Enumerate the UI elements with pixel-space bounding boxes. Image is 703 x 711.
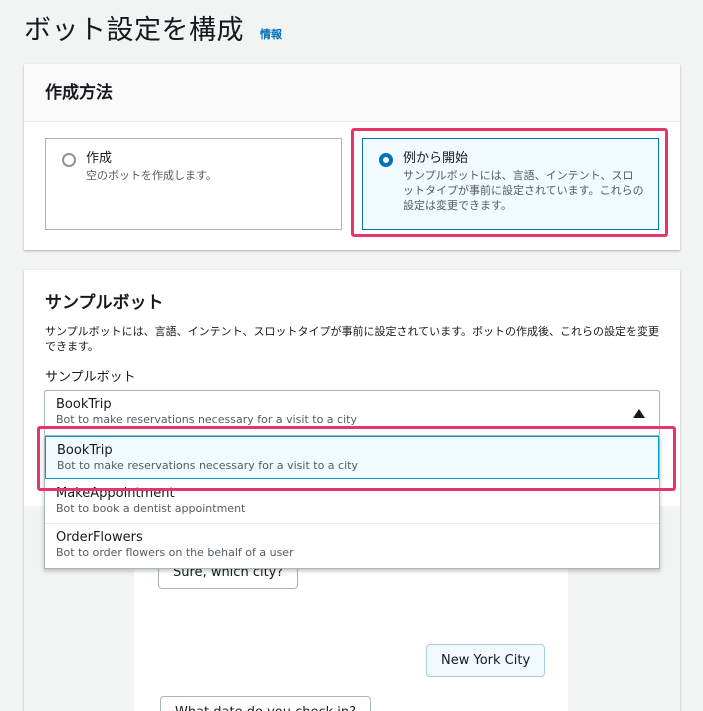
create-blank-description: 空のボットを作成します。: [86, 169, 217, 182]
creation-method-panel: 作成方法 作成 空のボットを作成します。 例から開始 サンプルボットには、言語、…: [24, 64, 680, 250]
caret-up-icon[interactable]: [633, 409, 645, 418]
dropdown-option-makeappointment[interactable]: MakeAppointment Bot to book a dentist ap…: [45, 480, 659, 523]
sample-bot-field-label: サンプルボット: [45, 370, 136, 385]
sample-bot-description: サンプルボットには、言語、インテント、スロットタイプが事前に設定されています。ボ…: [45, 325, 660, 353]
create-blank-title: 作成: [86, 151, 113, 166]
start-from-example-tile[interactable]: 例から開始 サンプルボットには、言語、インテント、スロットタイプが事前に設定され…: [362, 138, 659, 230]
dropdown-option-booktrip[interactable]: BookTrip Bot to make reservations necess…: [45, 436, 659, 479]
start-from-example-description: サンプルボットには、言語、インテント、スロットタイプが事前に設定されています。こ…: [403, 169, 644, 212]
info-link[interactable]: 情報: [260, 26, 282, 42]
option-title: BookTrip: [57, 443, 113, 458]
option-description: Bot to order flowers on the behalf of a …: [56, 546, 294, 559]
sample-bot-dropdown-list: BookTrip Bot to make reservations necess…: [44, 436, 660, 569]
option-title: MakeAppointment: [56, 486, 175, 501]
sample-bot-title: サンプルボット: [45, 293, 164, 313]
page-title: ボット設定を構成: [24, 15, 244, 46]
option-description: Bot to book a dentist appointment: [56, 502, 246, 515]
create-blank-tile[interactable]: 作成 空のボットを作成します。: [45, 138, 342, 230]
creation-method-header: 作成方法: [24, 64, 680, 122]
selected-option-title: BookTrip: [56, 397, 112, 412]
dropdown-option-orderflowers[interactable]: OrderFlowers Bot to order flowers on the…: [45, 524, 659, 568]
sample-bot-select[interactable]: BookTrip Bot to make reservations necess…: [44, 390, 660, 436]
create-blank-radio[interactable]: [62, 153, 76, 167]
selected-option-description: Bot to make reservations necessary for a…: [56, 413, 357, 426]
start-from-example-title: 例から開始: [403, 151, 469, 166]
option-title: OrderFlowers: [56, 530, 143, 545]
option-description: Bot to make reservations necessary for a…: [57, 459, 358, 472]
start-from-example-radio[interactable]: [379, 153, 393, 167]
user-message-1: New York City: [426, 644, 546, 677]
bot-message-2: What date do you check in?: [160, 696, 372, 711]
